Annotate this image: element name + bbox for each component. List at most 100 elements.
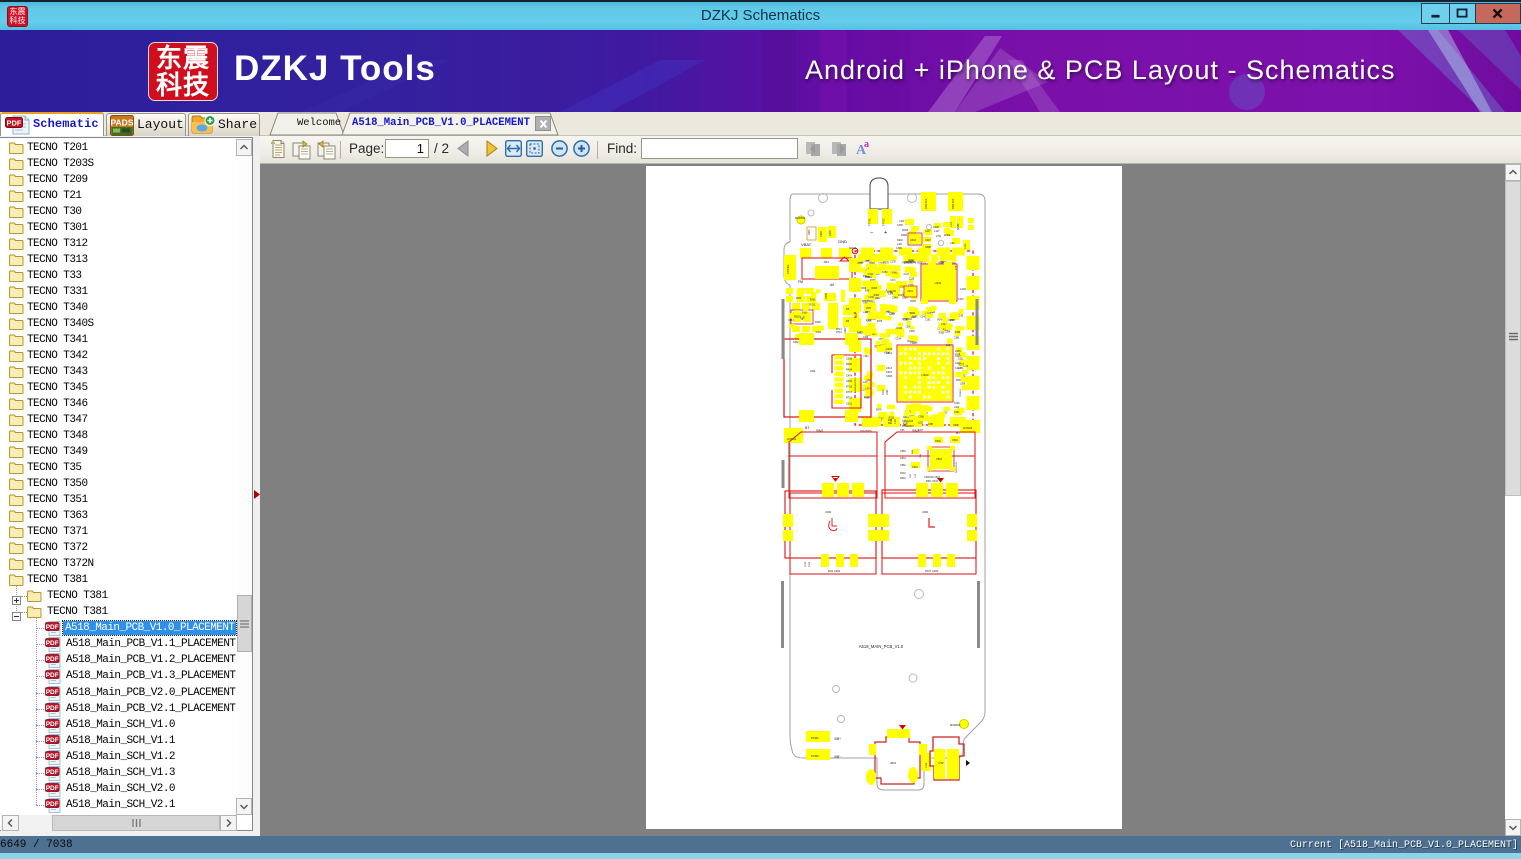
svg-text:R716: R716 — [846, 386, 853, 389]
svg-text:R416R402C219: R416R402C219 — [855, 377, 857, 393]
svg-text:a: a — [864, 139, 869, 150]
svg-text:A0: A0 — [830, 283, 834, 287]
svg-text:C407: C407 — [925, 239, 931, 242]
svg-text:C384: C384 — [882, 272, 888, 274]
svg-text:RN0: RN0 — [956, 379, 961, 382]
svg-text:PDF: PDF — [46, 624, 59, 631]
svg-text:C383: C383 — [954, 337, 960, 339]
svg-text:C313: C313 — [886, 367, 893, 370]
svg-text:C170: C170 — [951, 221, 953, 227]
svg-text:R347: R347 — [950, 320, 956, 322]
svg-text:W302: W302 — [944, 234, 951, 237]
svg-text:U501: U501 — [936, 457, 943, 461]
svg-text:C304: C304 — [898, 295, 904, 297]
svg-text:TP702: TP702 — [882, 218, 886, 226]
svg-text:L127: L127 — [934, 230, 940, 233]
svg-text:W202: W202 — [902, 229, 909, 232]
svg-text:C305: C305 — [955, 350, 961, 353]
svg-text:PADS: PADS — [111, 118, 134, 128]
svg-text:PDF: PDF — [46, 705, 59, 712]
svg-text:PDF: PDF — [46, 721, 59, 728]
svg-text:C19: C19 — [950, 242, 955, 245]
svg-text:C362: C362 — [793, 341, 799, 344]
svg-text:C208: C208 — [846, 358, 853, 361]
svg-text:R319: R319 — [908, 260, 914, 262]
svg-text:C147: C147 — [941, 324, 947, 326]
svg-text:FM: FM — [798, 280, 803, 284]
svg-text:L381: L381 — [864, 356, 870, 358]
svg-text:U401: U401 — [907, 290, 914, 293]
svg-text:RN12R407: RN12R407 — [902, 425, 914, 428]
svg-text:C330: C330 — [955, 332, 961, 334]
svg-text:C307: C307 — [886, 371, 893, 374]
svg-text:R6C52C33: R6C52C33 — [956, 461, 958, 473]
svg-text:C368: C368 — [918, 417, 924, 419]
svg-text:RH1 C403: RH1 C403 — [828, 569, 841, 573]
svg-text:C194: C194 — [896, 338, 902, 340]
svg-text:C305: C305 — [846, 380, 853, 383]
svg-text:L325: L325 — [918, 422, 924, 424]
svg-text:TP301: TP301 — [811, 736, 819, 740]
svg-text:C326: C326 — [887, 389, 889, 395]
svg-text:TP302: TP302 — [811, 754, 819, 758]
svg-text:C387: C387 — [928, 424, 934, 426]
svg-text:U303: U303 — [921, 373, 929, 377]
svg-text:C116: C116 — [866, 321, 872, 323]
svg-text:C162: C162 — [925, 319, 931, 321]
svg-text:C309: C309 — [891, 418, 893, 424]
svg-text:MARK01: MARK01 — [795, 216, 806, 220]
svg-text:L388: L388 — [888, 294, 894, 296]
svg-text:C310: C310 — [883, 389, 885, 395]
svg-text:R710: R710 — [900, 472, 906, 475]
svg-text:C304: C304 — [829, 230, 832, 236]
svg-text:R337: R337 — [800, 318, 806, 320]
svg-text:R319: R319 — [794, 316, 800, 318]
svg-text:C183: C183 — [868, 297, 874, 299]
svg-text:GND: GND — [838, 239, 847, 244]
svg-text:R379: R379 — [911, 263, 917, 265]
svg-text:R306: R306 — [846, 363, 853, 366]
svg-text:PDF: PDF — [46, 785, 59, 792]
svg-text:C123: C123 — [955, 367, 961, 370]
svg-text:R607: R607 — [844, 327, 847, 333]
svg-text:GSM: GSM — [956, 223, 960, 230]
svg-text:R717: R717 — [846, 391, 853, 394]
svg-text:C302: C302 — [895, 418, 897, 424]
svg-text:R402: R402 — [897, 239, 903, 242]
svg-text:VIB+: VIB+ — [834, 737, 841, 741]
svg-text:C147: C147 — [904, 274, 910, 276]
svg-text:C631: C631 — [846, 402, 853, 405]
svg-text:C634: C634 — [900, 457, 906, 460]
svg-text:U402: U402 — [935, 281, 942, 285]
svg-text:C129: C129 — [909, 278, 915, 280]
svg-text:C650: C650 — [900, 450, 906, 453]
svg-text:C390: C390 — [902, 297, 908, 299]
svg-text:PDF: PDF — [46, 640, 59, 647]
svg-text:L102: L102 — [899, 220, 905, 223]
svg-text:C145: C145 — [958, 316, 964, 318]
svg-text:R356: R356 — [874, 295, 880, 297]
svg-text:R308: R308 — [825, 293, 828, 299]
svg-text:C406: C406 — [954, 403, 960, 405]
svg-text:L401: L401 — [897, 243, 903, 246]
svg-text:C311: C311 — [868, 274, 874, 276]
svg-text:ANT403: ANT403 — [963, 427, 973, 430]
svg-text:C348: C348 — [892, 298, 898, 300]
svg-text:RN02: RN02 — [901, 234, 908, 237]
svg-text:A518_MAIN_PCB_V1.0: A518_MAIN_PCB_V1.0 — [859, 644, 904, 649]
svg-text:R375: R375 — [876, 410, 882, 412]
svg-text:R395: R395 — [864, 398, 870, 400]
svg-text:R355: R355 — [902, 319, 908, 321]
svg-text:R404: R404 — [846, 369, 853, 372]
svg-text:PDF: PDF — [46, 753, 59, 760]
svg-text:VIB−: VIB− — [834, 755, 841, 759]
svg-text:R727 C402: R727 C402 — [925, 569, 939, 573]
svg-text:R309: R309 — [815, 321, 821, 324]
svg-text:L313: L313 — [887, 292, 893, 294]
svg-text:C534: C534 — [952, 439, 958, 442]
svg-text:U403: U403 — [910, 239, 917, 242]
svg-text:C315: C315 — [886, 348, 893, 351]
svg-text:C528C6: C528C6 — [960, 388, 962, 397]
svg-text:J702: J702 — [938, 761, 944, 765]
svg-text:R335: R335 — [897, 328, 903, 330]
